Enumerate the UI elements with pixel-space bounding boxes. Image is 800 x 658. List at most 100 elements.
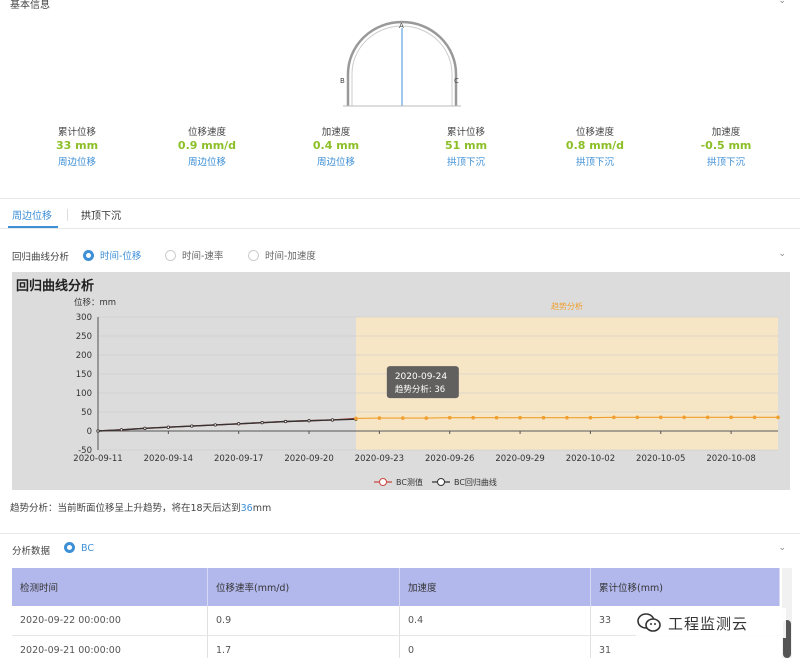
series-line [97,418,356,432]
radio-bc[interactable]: BC [64,542,94,556]
point-a-label: A [399,22,404,30]
stat-link[interactable]: 拱顶下沉 [406,154,526,168]
regression-options: 回归曲线分析 时间-位移 时间-速率 时间-加速度 ⌄ [0,247,800,265]
radio-dot [64,542,75,553]
radio-time-rate[interactable]: 时间-速率 [165,248,223,262]
stat-link[interactable]: 周边位移 [17,154,137,168]
column-header[interactable]: 加速度 [400,568,591,606]
stat-value: 0.9 mm/d [177,139,237,152]
x-tick-label: 2020-09-11 [73,454,122,464]
stat-label: 累计位移 [446,127,485,138]
y-tick-label: 0 [87,427,92,437]
column-header[interactable]: 检测时间 [12,568,208,606]
radio-dot [83,250,94,261]
table-cell: 0.4 [400,606,591,635]
data-point [119,428,124,432]
data-point [307,419,311,423]
tab-separator [67,209,68,221]
data-point [752,415,757,420]
x-tick-label: 2020-09-29 [495,454,544,464]
column-header[interactable]: 累计位移(mm) [591,568,780,606]
column-header[interactable]: 位移速率(mm/d) [208,568,400,606]
radio-label: 时间-位移 [100,251,142,262]
stat-label: 加速度 [321,127,351,138]
stat-link[interactable]: 拱顶下沉 [666,154,786,168]
basic-info-header[interactable]: 基本信息 ⌄ [0,0,800,14]
data-point [635,415,640,420]
x-tick-label: 2020-09-20 [284,454,333,464]
data-point [471,415,475,420]
data-point [658,415,663,420]
legend-label: BC回归曲线 [454,477,497,487]
x-tick-label: 2020-10-02 [566,454,615,464]
stat-item: 位移速度 0.8 mm/d 拱顶下沉 [535,124,655,168]
tab-perimeter-displacement[interactable]: 周边位移 [12,207,52,222]
x-tick-label: 2020-09-14 [144,454,193,464]
radio-label: 时间-加速度 [265,251,316,262]
data-point [213,423,217,427]
data-point [518,415,522,420]
basic-info-title: 基本信息 [10,0,50,11]
radio-label: BC [81,543,94,554]
regression-label: 回归曲线分析 [12,252,70,263]
tunnel-section-diagram: A B C [335,20,475,112]
chevron-down-icon[interactable]: ⌄ [778,543,786,553]
legend-marker [379,478,387,486]
table-row[interactable]: 2020-09-21 00:00:00 1.7 0 31 [12,636,780,658]
analysis-data-header: 分析数据 BC ⌄ [0,541,800,559]
legend-marker [437,478,445,486]
chevron-down-icon[interactable]: ⌄ [778,0,786,6]
stat-link[interactable]: 拱顶下沉 [535,154,655,168]
trend-analysis-text: 趋势分析：当前断面位移呈上升趋势，将在18天后达到36mm [10,500,271,514]
table-cell: 31 [599,645,612,656]
stats-row: 累计位移 33 mm 周边位移 位移速度 0.9 mm/d 周边位移 加速度 0… [0,124,800,176]
data-point [96,429,100,433]
stat-value: 33 mm [55,139,99,152]
radio-time-displacement[interactable]: 时间-位移 [83,248,141,262]
watermark-text: 工程监测云 [668,614,749,633]
tab-bar: 周边位移 拱顶下沉 [0,203,800,231]
stat-label: 位移速度 [187,127,226,138]
stat-link[interactable]: 周边位移 [276,154,396,168]
stat-label: 位移速度 [575,127,614,138]
data-point [377,416,382,420]
data-point [260,421,264,425]
chevron-down-icon[interactable]: ⌄ [778,249,786,259]
data-point [190,424,194,428]
stat-value: 51 mm [444,139,488,152]
radio-dot [248,250,259,261]
stat-link[interactable]: 周边位移 [147,154,267,168]
trend-value: 36 [240,503,253,514]
wechat-logo-icon [637,613,661,632]
point-c-label: C [454,77,459,85]
stat-label: 累计位移 [57,127,96,138]
radio-dot [165,250,176,261]
stat-item: 加速度 -0.5 mm 拱顶下沉 [666,124,786,168]
y-tick-label: 100 [76,389,92,399]
stat-item: 累计位移 33 mm 周边位移 [17,124,137,168]
data-point [705,415,710,420]
data-point [565,415,569,420]
stat-value: -0.5 mm [700,139,752,152]
data-point [494,415,499,420]
y-tick-label: 200 [76,351,92,361]
table-cell: 0.9 [208,606,400,635]
data-point [682,415,687,420]
tab-crown-settlement[interactable]: 拱顶下沉 [81,207,121,222]
x-tick-label: 2020-10-05 [636,454,685,464]
x-tick-label: 2020-10-08 [706,454,755,464]
watermark: 工程监测云 [636,608,786,638]
radio-time-acceleration[interactable]: 时间-加速度 [248,248,316,262]
y-tick-label: 300 [76,313,92,323]
data-point [143,426,147,430]
table-cell: 2020-09-21 00:00:00 [12,636,208,658]
data-point [283,419,288,424]
y-axis-label: 位移：mm [74,297,116,308]
stat-item: 加速度 0.4 mm 周边位移 [276,124,396,168]
radio-label: 时间-速率 [182,251,224,262]
table-cell: 1.7 [208,636,400,658]
x-tick-label: 2020-09-17 [214,454,263,464]
data-point [776,415,780,420]
data-point [612,415,616,420]
data-point [354,416,358,421]
